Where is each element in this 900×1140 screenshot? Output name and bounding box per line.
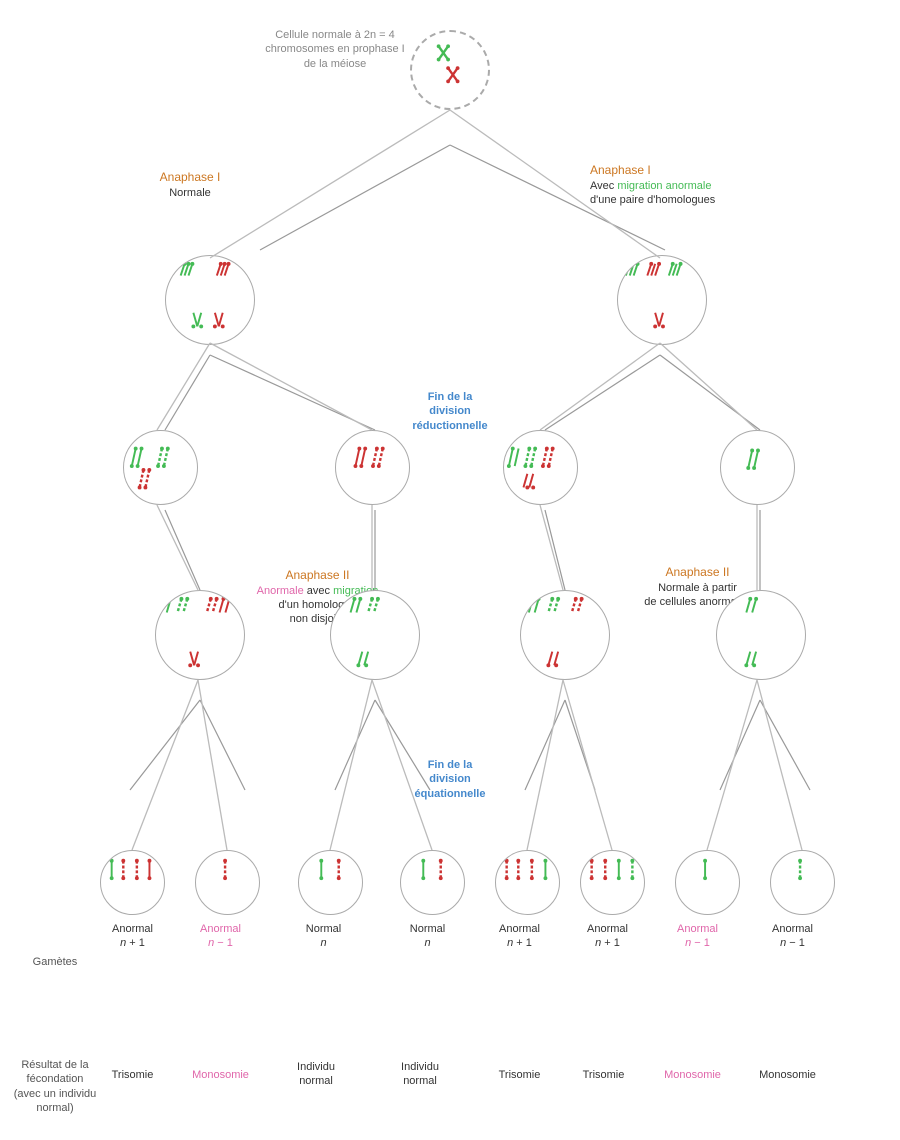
anaphase1-left-label: Anaphase I Normale <box>130 170 250 200</box>
gamete-label-1: Anormaln + 1 <box>95 922 170 951</box>
gamete-1 <box>100 850 165 915</box>
anaphase1-left-title: Anaphase I <box>130 170 250 186</box>
result-main-label: Résultat de lafécondation(avec un indivi… <box>5 1058 105 1115</box>
anaphase2-right-small <box>716 590 806 680</box>
fin-reductionnelle-label: Fin de ladivisionréductionnelle <box>390 390 510 433</box>
result-label-5: Trisomie <box>482 1068 557 1082</box>
gamete-label-3: Normaln <box>286 922 361 951</box>
fin-equationnelle-label: Fin de ladivisionéquationnelle <box>385 758 515 801</box>
result-label-8: Monosomie <box>750 1068 825 1082</box>
gamete-2 <box>195 850 260 915</box>
gamete-3 <box>298 850 363 915</box>
anaphase1-left-sub: Normale <box>130 186 250 200</box>
gamete-5 <box>495 850 560 915</box>
result-label-6: Trisomie <box>566 1068 641 1082</box>
anaphase1-right-title: Anaphase I <box>590 163 765 179</box>
top-cell <box>410 30 490 110</box>
gamete-label-6: Anormaln + 1 <box>570 922 645 951</box>
gamete-label-4: Normaln <box>390 922 465 951</box>
meiosis1-result-right1 <box>503 430 578 505</box>
gametes-main-label: Gamètes <box>15 955 95 969</box>
anaphase1-right-sub: Avec migration anormaled'une paire d'hom… <box>590 179 765 208</box>
diagram-container: Cellule normale à 2n = 4 chromosomes en … <box>0 0 900 1140</box>
anaphase2-left-small <box>330 590 420 680</box>
gamete-label-8: Anormaln − 1 <box>755 922 830 951</box>
anaphase2-left-big <box>155 590 245 680</box>
gamete-7 <box>675 850 740 915</box>
result-label-7: Monosomie <box>655 1068 730 1082</box>
gamete-label-2: Anormaln − 1 <box>183 922 258 951</box>
gamete-label-5: Anormaln + 1 <box>482 922 557 951</box>
top-cell-label: Cellule normale à 2n = 4 chromosomes en … <box>265 28 405 71</box>
gamete-4 <box>400 850 465 915</box>
result-label-2: Monosomie <box>183 1068 258 1082</box>
result-label-1: Trisomie <box>95 1068 170 1082</box>
anaphase1-right-label: Anaphase I Avec migration anormaled'une … <box>590 163 765 207</box>
gamete-8 <box>770 850 835 915</box>
anaphase1-left-circle <box>165 255 255 345</box>
result-label-3: Individunormal <box>276 1060 356 1089</box>
meiosis1-result-right2 <box>720 430 795 505</box>
gamete-label-7: Anormaln − 1 <box>660 922 735 951</box>
result-label-4: Individunormal <box>380 1060 460 1089</box>
meiosis1-result-left1 <box>123 430 198 505</box>
anaphase2-right-big <box>520 590 610 680</box>
gamete-6 <box>580 850 645 915</box>
anaphase1-right-circle <box>617 255 707 345</box>
meiosis1-result-left2 <box>335 430 410 505</box>
